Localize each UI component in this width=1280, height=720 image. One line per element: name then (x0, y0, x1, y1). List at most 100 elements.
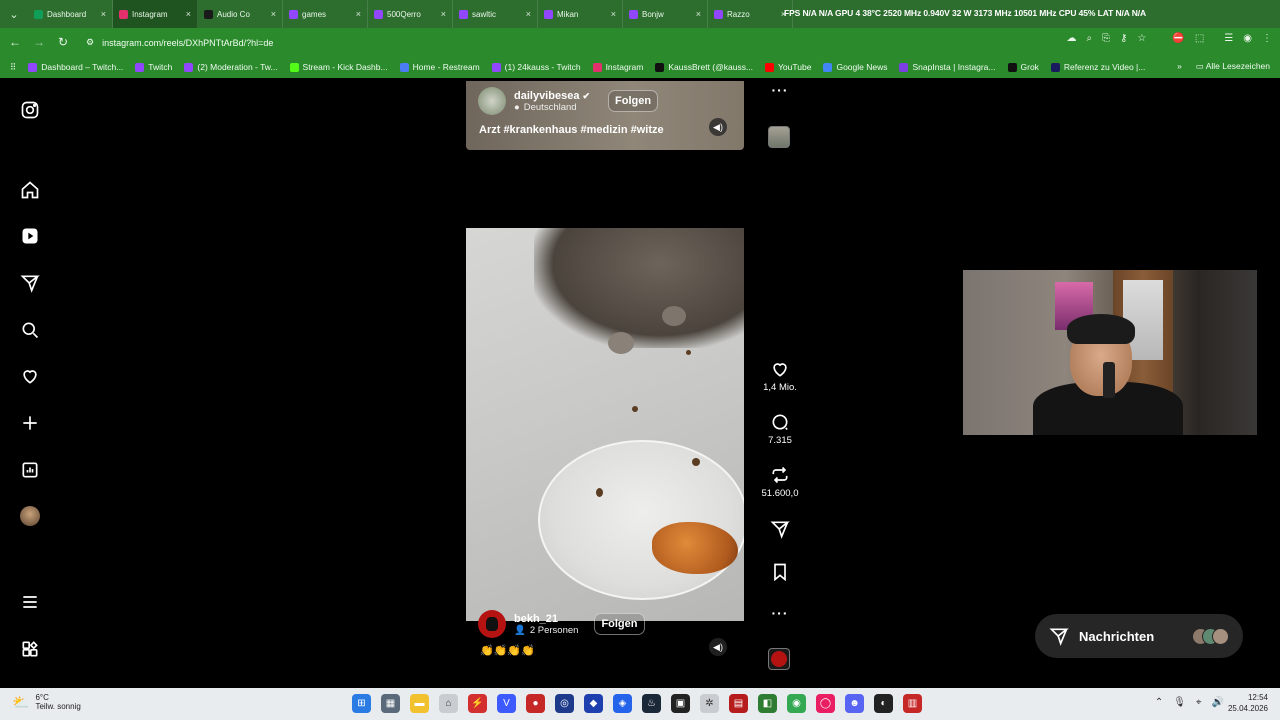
reels-icon[interactable] (18, 224, 42, 248)
back-button[interactable]: ← (3, 30, 27, 54)
app-icon[interactable]: ◎ (555, 694, 574, 713)
search-icon[interactable] (18, 318, 42, 342)
app-icon[interactable]: ⚡ (468, 694, 487, 713)
dashboard-chart-icon[interactable] (18, 458, 42, 482)
file-explorer-icon[interactable]: ▬ (410, 694, 429, 713)
app-icon[interactable]: ▣ (671, 694, 690, 713)
browser-tab[interactable]: Instagram × (113, 0, 198, 28)
save-button[interactable] (758, 562, 802, 582)
browser-tab[interactable]: 500Qerro × (368, 0, 453, 28)
browser-tab[interactable]: Audio Co × (198, 0, 283, 28)
app-icon[interactable]: ◧ (758, 694, 777, 713)
follow-button[interactable]: Folgen (594, 613, 645, 635)
volume-icon[interactable]: 🔊 (1212, 697, 1224, 708)
direct-send-icon[interactable] (18, 271, 42, 295)
close-tab-icon[interactable]: × (696, 9, 701, 19)
apps-grid-icon[interactable]: ⠿ (10, 62, 16, 73)
adblock-icon[interactable]: ⛔ (1172, 33, 1184, 44)
avatar[interactable] (478, 87, 506, 115)
notifications-heart-icon[interactable] (18, 364, 42, 388)
close-tab-icon[interactable]: × (186, 9, 191, 19)
bookmark-item[interactable]: Dashboard – Twitch... (28, 62, 123, 72)
browser-tab[interactable]: Dashboard × (28, 0, 113, 28)
reel-card-previous[interactable]: dailyvibesea ✔ ● Deutschland Folgen Arzt … (466, 81, 744, 150)
audio-thumbnail[interactable] (768, 126, 790, 148)
forward-button[interactable]: → (27, 30, 51, 54)
profile-avatar[interactable] (18, 504, 42, 528)
extensions-icon[interactable]: ⬚ (1195, 33, 1204, 44)
password-icon[interactable]: ⚷ (1120, 33, 1127, 44)
repost-button[interactable]: 51.600,0 (758, 465, 802, 499)
steam-icon[interactable]: ♨ (642, 694, 661, 713)
create-plus-icon[interactable] (18, 411, 42, 435)
close-tab-icon[interactable]: × (441, 9, 446, 19)
app-icon[interactable]: ● (526, 694, 545, 713)
bookmark-item[interactable]: SnapInsta | Instagra... (899, 62, 996, 72)
bookmark-item[interactable]: Stream - Kick Dashb... (289, 62, 388, 72)
bookmark-item[interactable]: KaussBrett (@kauss... (655, 62, 753, 72)
avatar[interactable] (478, 610, 506, 638)
bookmark-item[interactable]: Grok (1007, 62, 1039, 72)
app-icon[interactable]: ◆ (584, 694, 603, 713)
microphone-icon[interactable]: 🎙 (1173, 697, 1186, 708)
close-tab-icon[interactable]: × (526, 9, 531, 19)
browser-tab[interactable]: games × (283, 0, 368, 28)
calculator-icon[interactable]: ▦ (381, 694, 400, 713)
bookmark-item[interactable]: Instagram (592, 62, 643, 72)
like-button[interactable]: 1,4 Mio. (758, 359, 802, 393)
messages-button[interactable]: Nachrichten (1035, 614, 1243, 658)
tray-expand-icon[interactable]: ⌃ (1155, 697, 1163, 708)
more-options-icon[interactable]: ··· (758, 82, 802, 98)
close-tab-icon[interactable]: × (611, 9, 616, 19)
reel-card-current[interactable]: bekh_21 👤 2 Personen Folgen 👏👏👏👏 ◀) (466, 178, 744, 672)
bookmark-item[interactable]: YouTube (765, 62, 811, 72)
more-options-icon[interactable]: ··· (758, 605, 802, 621)
username-link[interactable]: dailyvibesea ✔ (514, 90, 590, 102)
app-icon[interactable]: ▥ (903, 694, 922, 713)
zoom-icon[interactable]: ⌕ (1086, 33, 1092, 44)
vegas-icon[interactable]: V (497, 694, 516, 713)
comment-button[interactable]: 7.315 (758, 412, 802, 446)
menu-icon[interactable]: ⋮ (1262, 33, 1272, 44)
browser-tab[interactable]: Mikan × (538, 0, 623, 28)
follow-button[interactable]: Folgen (608, 90, 659, 112)
close-tab-icon[interactable]: × (356, 9, 361, 19)
close-tab-icon[interactable]: × (101, 9, 106, 19)
bookmark-item[interactable]: Twitch (135, 62, 172, 72)
profile-icon[interactable]: ◉ (1243, 33, 1252, 44)
bookmark-item[interactable]: Google News (823, 62, 887, 72)
tab-list-button[interactable]: ⌄ (0, 0, 28, 28)
clock[interactable]: 12:54 25.04.2026 (1228, 692, 1268, 714)
install-app-icon[interactable]: ⎘ (1102, 33, 1110, 44)
mouse-app-icon[interactable]: ⌂ (439, 694, 458, 713)
cloud-icon[interactable]: ☁ (1066, 33, 1076, 44)
collab-label[interactable]: 👤 2 Personen (514, 625, 578, 636)
app-icon[interactable]: ✲ (700, 694, 719, 713)
app-icon[interactable]: ◯ (816, 694, 835, 713)
audio-thumbnail[interactable] (768, 648, 790, 670)
app-icon[interactable]: ▤ (729, 694, 748, 713)
discord-icon[interactable]: ☻ (845, 694, 864, 713)
home-icon[interactable] (18, 178, 42, 202)
network-icon[interactable]: ⌖ (1196, 697, 1202, 708)
share-button[interactable] (758, 519, 802, 539)
bookmarks-more-button[interactable]: » (1177, 61, 1182, 72)
url-field[interactable]: ⚙ instagram.com/reels/DXhPNTtArBd/?hl=de (86, 33, 1136, 52)
more-menu-icon[interactable] (18, 590, 42, 614)
tab-search-icon[interactable]: ☰ (1224, 33, 1233, 44)
weather-widget[interactable]: ⛅ 6°C Teilw. sonnig (12, 693, 81, 711)
mute-icon[interactable]: ◀) (709, 638, 727, 656)
mute-icon[interactable]: ◀) (709, 118, 727, 136)
browser-tab[interactable]: Razzo × (708, 0, 793, 28)
bookmark-item[interactable]: (1) 24kauss - Twitch (491, 62, 581, 72)
close-tab-icon[interactable]: × (271, 9, 276, 19)
reel-video[interactable] (466, 228, 744, 621)
browser-tab[interactable]: Bonjw × (623, 0, 708, 28)
reload-button[interactable]: ↻ (51, 30, 75, 54)
bookmark-item[interactable]: (2) Moderation - Tw... (184, 62, 278, 72)
instagram-logo-icon[interactable] (18, 98, 42, 122)
app-icon[interactable]: ◈ (613, 694, 632, 713)
chrome-icon[interactable]: ◉ (787, 694, 806, 713)
apps-icon[interactable] (18, 637, 42, 661)
bookmark-star-icon[interactable]: ☆ (1137, 33, 1146, 44)
